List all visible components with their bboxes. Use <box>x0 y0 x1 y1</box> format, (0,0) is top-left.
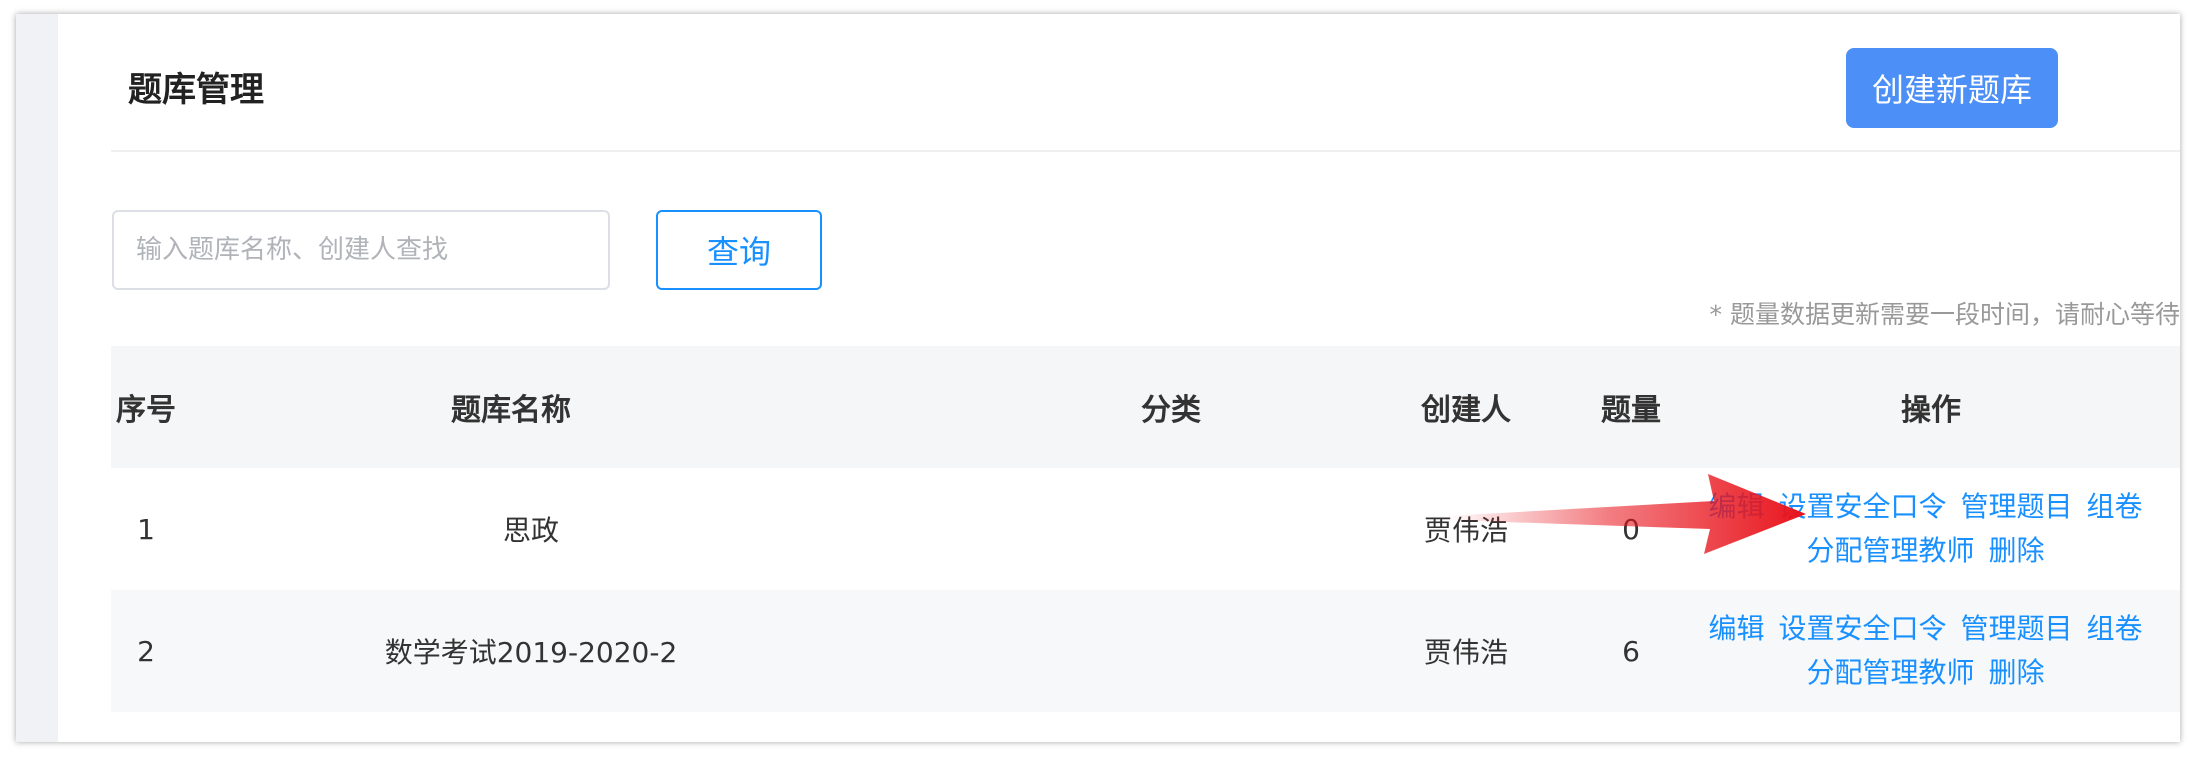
question-bank-table: 序号 题库名称 分类 创建人 题量 操作 1 思政 贾伟浩 0 编辑 设置安全口… <box>111 346 2180 712</box>
assign-teachers-link[interactable]: 分配管理教师 <box>1806 529 1974 573</box>
manage-questions-link[interactable]: 管理题目 <box>1961 607 2073 651</box>
delete-link[interactable]: 删除 <box>1989 529 2045 573</box>
set-password-link[interactable]: 设置安全口令 <box>1778 607 1946 651</box>
compose-paper-link[interactable]: 组卷 <box>2087 485 2143 529</box>
cell-category <box>1011 468 1311 590</box>
edit-link[interactable]: 编辑 <box>1708 607 1764 651</box>
column-header-index: 序号 <box>116 393 176 428</box>
table-row: 2 数学考试2019-2020-2 贾伟浩 6 编辑 设置安全口令 管理题目 组… <box>111 590 2180 712</box>
cell-actions: 编辑 设置安全口令 管理题目 组卷 分配管理教师 删除 <box>1671 468 2180 590</box>
cell-actions: 编辑 设置安全口令 管理题目 组卷 分配管理教师 删除 <box>1671 590 2180 712</box>
cell-name: 思政 <box>502 514 559 547</box>
cell-creator: 贾伟浩 <box>1423 636 1508 669</box>
column-header-actions: 操作 <box>1901 393 1961 428</box>
edit-link[interactable]: 编辑 <box>1708 485 1764 529</box>
header-divider <box>111 150 2180 152</box>
compose-paper-link[interactable]: 组卷 <box>2087 607 2143 651</box>
page-title: 题库管理 <box>128 70 264 110</box>
column-header-count: 题量 <box>1601 393 1661 428</box>
column-header-category: 分类 <box>1141 393 1201 428</box>
assign-teachers-link[interactable]: 分配管理教师 <box>1806 651 1974 695</box>
query-button[interactable]: 查询 <box>656 210 822 290</box>
search-input[interactable] <box>112 210 610 290</box>
cell-count: 6 <box>1622 634 1640 668</box>
set-password-link[interactable]: 设置安全口令 <box>1778 485 1946 529</box>
table-header: 序号 题库名称 分类 创建人 题量 操作 <box>111 346 2180 468</box>
create-question-bank-button[interactable]: 创建新题库 <box>1846 48 2058 128</box>
manage-questions-link[interactable]: 管理题目 <box>1961 485 2073 529</box>
app-frame: 题库管理 创建新题库 查询 * 题量数据更新需要一段时间，请耐心等待 序号 题库… <box>16 14 2180 742</box>
delete-link[interactable]: 删除 <box>1989 651 2045 695</box>
cell-index: 1 <box>137 512 155 546</box>
update-note: * 题量数据更新需要一段时间，请耐心等待 <box>1709 300 2180 329</box>
cell-name: 数学考试2019-2020-2 <box>384 636 678 669</box>
cell-count: 0 <box>1622 512 1640 546</box>
column-header-name: 题库名称 <box>451 393 571 428</box>
column-header-creator: 创建人 <box>1421 393 1511 428</box>
left-sidebar-strip <box>16 14 58 742</box>
cell-category <box>1011 590 1311 712</box>
table-row: 1 思政 贾伟浩 0 编辑 设置安全口令 管理题目 组卷 分配管理教师 删除 <box>111 468 2180 590</box>
cell-creator: 贾伟浩 <box>1423 514 1508 547</box>
cell-index: 2 <box>137 634 155 668</box>
